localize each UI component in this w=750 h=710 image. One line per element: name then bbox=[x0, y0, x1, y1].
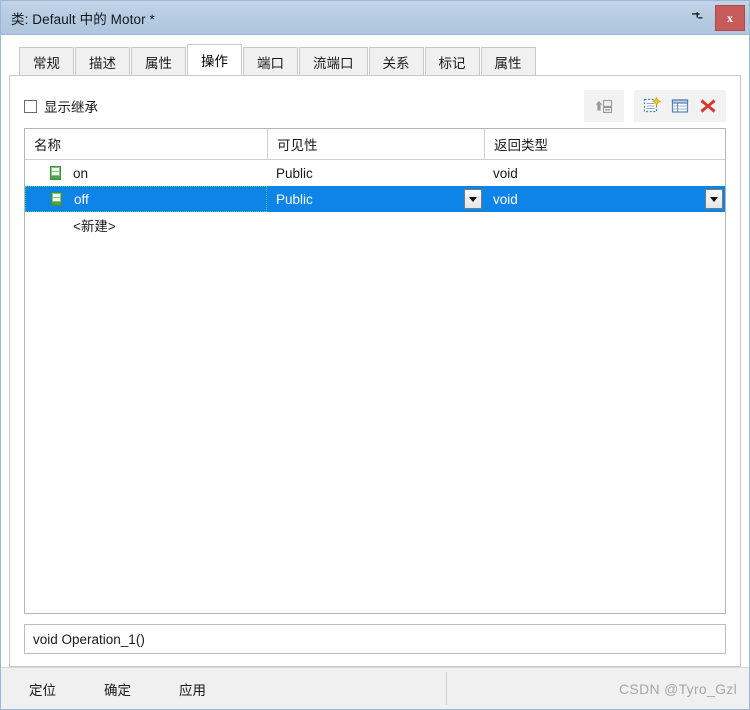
reorder-group bbox=[584, 90, 624, 122]
operation-icon bbox=[45, 192, 67, 206]
column-header-return-type[interactable]: 返回类型 bbox=[484, 129, 725, 159]
pin-icon[interactable] bbox=[683, 6, 709, 30]
properties-icon[interactable] bbox=[666, 93, 694, 119]
tab-general[interactable]: 常规 bbox=[19, 47, 74, 75]
footer-divider bbox=[446, 672, 447, 705]
show-inherited-label: 显示继承 bbox=[44, 100, 98, 115]
cell-name[interactable]: off bbox=[25, 186, 267, 212]
column-header-visibility[interactable]: 可见性 bbox=[267, 129, 484, 159]
operation-icon bbox=[44, 166, 66, 180]
class-properties-window: 类: Default 中的 Motor * x 常规 描述 属性 操作 端口 流… bbox=[0, 0, 750, 710]
table-row[interactable]: off Public void bbox=[25, 186, 725, 212]
delete-icon[interactable] bbox=[694, 93, 722, 119]
cell-return-type[interactable]: void bbox=[484, 186, 725, 212]
ok-button[interactable]: 确定 bbox=[98, 675, 137, 703]
cell-return-type[interactable] bbox=[484, 212, 725, 238]
tab-operations[interactable]: 操作 bbox=[187, 44, 242, 75]
cell-name[interactable]: <新建> bbox=[25, 212, 267, 238]
tab-description[interactable]: 描述 bbox=[75, 47, 130, 75]
toolbar-button-groups bbox=[584, 86, 726, 126]
operations-tab-page: 显示继承 名称 可见性 返回类型 on Public void off Publ… bbox=[9, 75, 741, 667]
visibility-dropdown-arrow-icon[interactable] bbox=[464, 189, 482, 209]
locate-button[interactable]: 定位 bbox=[23, 675, 62, 703]
tab-relations[interactable]: 关系 bbox=[368, 47, 424, 75]
operations-toolbar: 显示继承 bbox=[24, 86, 726, 126]
cell-visibility[interactable] bbox=[267, 212, 484, 238]
watermark: CSDN @Tyro_Gzl bbox=[619, 680, 737, 697]
operation-name: on bbox=[73, 165, 89, 181]
window-titlebar: 类: Default 中的 Motor * x bbox=[1, 1, 749, 35]
new-row-label: <新建> bbox=[73, 219, 116, 234]
window-controls: x bbox=[683, 1, 745, 35]
window-body: 常规 描述 属性 操作 端口 流端口 关系 标记 属性 显示继承 名称 可见性 … bbox=[1, 35, 749, 667]
tabstrip: 常规 描述 属性 操作 端口 流端口 关系 标记 属性 bbox=[9, 43, 741, 75]
checkbox-box bbox=[24, 99, 37, 113]
tab-tags[interactable]: 标记 bbox=[424, 47, 480, 75]
cell-name[interactable]: on bbox=[25, 160, 267, 186]
dialog-footer: 定位 确定 应用 CSDN @Tyro_Gzl bbox=[1, 667, 749, 709]
close-button[interactable]: x bbox=[715, 5, 745, 31]
new-item-icon[interactable] bbox=[638, 93, 666, 119]
apply-button[interactable]: 应用 bbox=[173, 675, 212, 703]
operation-name: off bbox=[74, 191, 89, 207]
column-header-name[interactable]: 名称 bbox=[25, 129, 267, 159]
close-icon: x bbox=[727, 10, 733, 25]
operations-grid: 名称 可见性 返回类型 on Public void off Public vo… bbox=[24, 128, 726, 614]
return-type-dropdown-arrow-icon[interactable] bbox=[705, 189, 723, 209]
window-title: 类: Default 中的 Motor * bbox=[11, 11, 155, 27]
item-actions-group bbox=[634, 90, 726, 122]
tab-flow-ports[interactable]: 流端口 bbox=[299, 47, 368, 75]
tab-attributes[interactable]: 属性 bbox=[131, 47, 186, 75]
new-operation-row[interactable]: <新建> bbox=[25, 212, 725, 238]
tab-ports[interactable]: 端口 bbox=[243, 47, 298, 75]
cell-return-type[interactable]: void bbox=[484, 160, 725, 186]
signature-field[interactable]: void Operation_1() bbox=[24, 624, 726, 654]
grid-body: on Public void off Public void <新建> bbox=[25, 160, 725, 613]
grid-header-row: 名称 可见性 返回类型 bbox=[25, 129, 725, 160]
show-inherited-checkbox[interactable]: 显示继承 bbox=[24, 96, 98, 116]
screenshot-root: 类: Default 中的 Motor * x 常规 描述 属性 操作 端口 流… bbox=[0, 0, 750, 710]
cell-visibility[interactable]: Public bbox=[267, 186, 484, 212]
return-type-value: void bbox=[493, 191, 518, 207]
cell-visibility[interactable]: Public bbox=[267, 160, 484, 186]
tab-properties[interactable]: 属性 bbox=[480, 47, 536, 75]
table-row[interactable]: on Public void bbox=[25, 160, 725, 186]
signature-value: void Operation_1() bbox=[33, 631, 145, 647]
move-up-icon[interactable] bbox=[590, 93, 618, 119]
visibility-value: Public bbox=[276, 191, 313, 207]
